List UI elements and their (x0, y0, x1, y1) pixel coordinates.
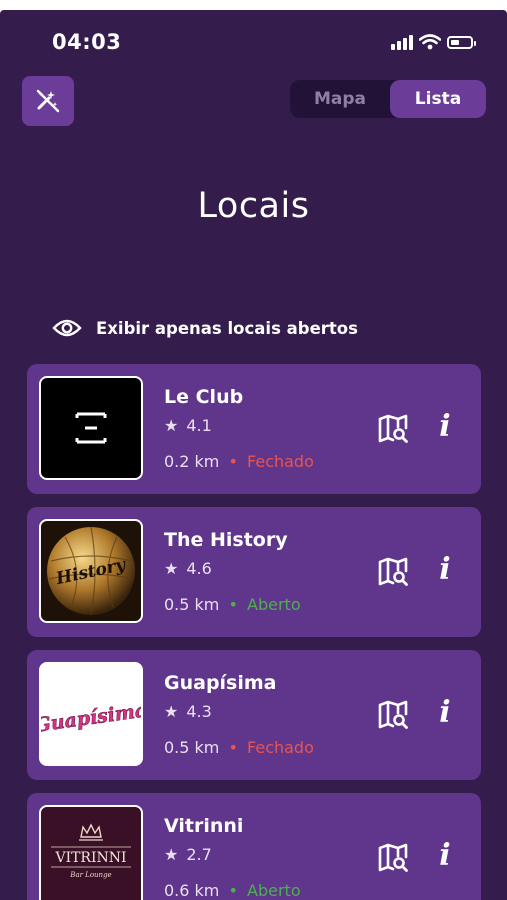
place-rating: ★ 2.7 (164, 845, 212, 864)
place-card-the-history[interactable]: History The History ★ 4.6 0.5 km • Abert… (27, 507, 481, 637)
place-rating: ★ 4.3 (164, 702, 212, 721)
status-label: Fechado (247, 738, 314, 757)
info-icon[interactable]: i (433, 696, 457, 730)
place-meta: 0.2 km • Fechado (164, 452, 314, 471)
place-card-vitrinni[interactable]: VITRINNI Bar Lounge Vitrinni ★ 2.7 0.6 k… (27, 793, 481, 900)
info-icon[interactable]: i (433, 839, 457, 873)
page-title: Locais (197, 186, 310, 226)
logo-subtext: Bar Lounge (69, 871, 111, 879)
star-icon: ★ (164, 845, 179, 864)
view-toggle: Mapa Lista (290, 80, 486, 118)
magic-wand-off-button[interactable] (22, 76, 74, 126)
rating-value: 4.6 (186, 559, 212, 578)
rating-value: 4.1 (186, 416, 212, 435)
info-icon[interactable]: i (433, 410, 457, 444)
place-meta: 0.6 km • Aberto (164, 881, 301, 900)
distance: 0.5 km (164, 738, 220, 757)
eye-icon (52, 319, 82, 337)
map-search-icon[interactable] (377, 556, 409, 588)
star-icon: ★ (164, 702, 179, 721)
vitrinni-logo: VITRINNI Bar Lounge (39, 805, 143, 900)
separator-dot: • (228, 738, 238, 757)
status-label: Fechado (247, 452, 314, 471)
guapisima-logo: Guapísima (39, 662, 143, 766)
map-search-icon[interactable] (377, 413, 409, 445)
place-name: Guapísima (164, 672, 277, 694)
separator-dot: • (228, 452, 238, 471)
signal-icon (391, 34, 413, 50)
place-meta: 0.5 km • Aberto (164, 595, 301, 614)
place-name: Le Club (164, 386, 244, 408)
open-only-toggle[interactable]: Exibir apenas locais abertos (52, 316, 358, 340)
status-time: 04:03 (52, 30, 122, 54)
distance: 0.2 km (164, 452, 220, 471)
le-club-logo (39, 376, 143, 480)
tab-list[interactable]: Lista (390, 80, 486, 118)
status-bar: 04:03 (0, 10, 507, 60)
app-screen: 04:03 Mapa Lista Locais Exibir apenas lo… (0, 10, 507, 900)
tab-map[interactable]: Mapa (290, 80, 390, 118)
separator-dot: • (228, 881, 238, 900)
distance: 0.6 km (164, 881, 220, 900)
battery-icon (447, 35, 476, 49)
place-card-le-club[interactable]: Le Club ★ 4.1 0.2 km • Fechado i (27, 364, 481, 494)
place-name: The History (164, 529, 288, 551)
separator-dot: • (228, 595, 238, 614)
distance: 0.5 km (164, 595, 220, 614)
info-icon[interactable]: i (433, 553, 457, 587)
status-label: Aberto (247, 595, 301, 614)
place-card-guapisima[interactable]: Guapísima Guapísima ★ 4.3 0.5 km • Fecha… (27, 650, 481, 780)
logo-text: VITRINNI (54, 850, 126, 866)
magic-wand-off-icon (36, 89, 60, 113)
map-search-icon[interactable] (377, 699, 409, 731)
place-name: Vitrinni (164, 815, 244, 837)
place-meta: 0.5 km • Fechado (164, 738, 314, 757)
wifi-icon (419, 34, 441, 50)
place-rating: ★ 4.6 (164, 559, 212, 578)
map-search-icon[interactable] (377, 842, 409, 874)
place-rating: ★ 4.1 (164, 416, 212, 435)
logo-text: Guapísima (41, 699, 141, 737)
the-history-logo: History (39, 519, 143, 623)
status-label: Aberto (247, 881, 301, 900)
filter-label: Exibir apenas locais abertos (96, 318, 358, 338)
rating-value: 2.7 (186, 845, 212, 864)
rating-value: 4.3 (186, 702, 212, 721)
status-icons (391, 32, 476, 52)
star-icon: ★ (164, 416, 179, 435)
star-icon: ★ (164, 559, 179, 578)
